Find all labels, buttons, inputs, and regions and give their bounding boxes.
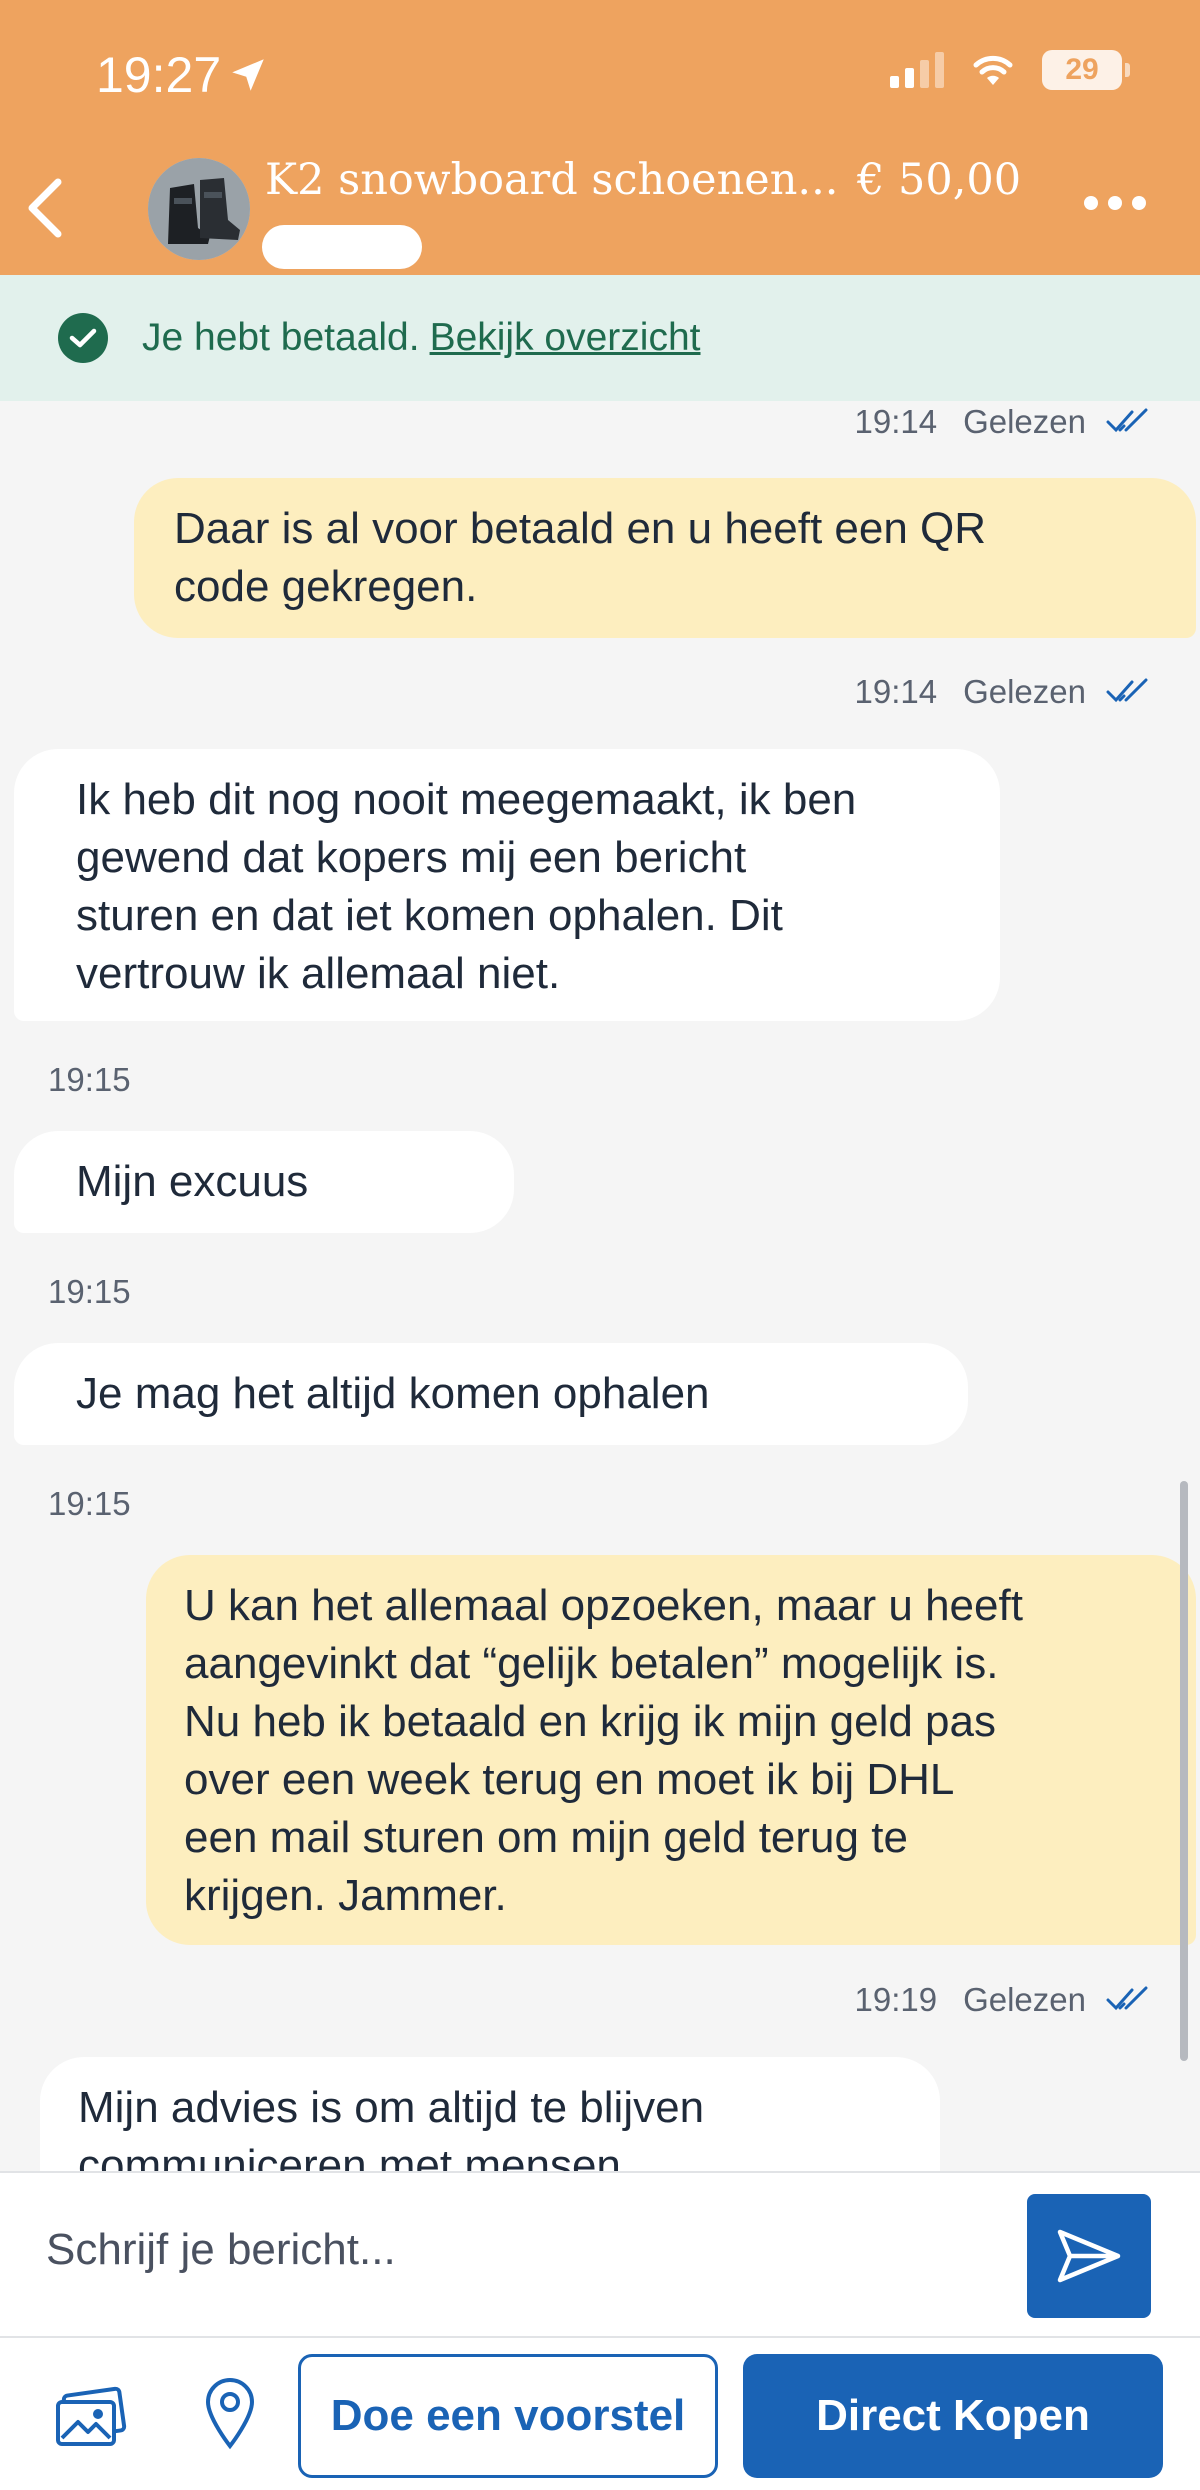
message-time: 19:15 xyxy=(48,1061,131,1098)
status-indicators: 29 xyxy=(890,50,1130,90)
banner-text: Je hebt betaald. xyxy=(142,316,420,359)
more-options-button[interactable] xyxy=(1084,196,1146,210)
message-text: U kan het allemaal opzoeken, maar u heef… xyxy=(184,1581,1023,1920)
message-meta: 19:14 Gelezen xyxy=(854,403,1150,441)
message-meta: 19:19 Gelezen xyxy=(854,1981,1150,2019)
product-thumbnail[interactable] xyxy=(148,158,250,260)
view-overview-link[interactable]: Bekijk overzicht xyxy=(430,316,701,360)
wifi-icon xyxy=(973,55,1013,85)
message-text: Mijn excuus xyxy=(76,1157,309,1206)
chat-header: 19:27 29 K2 snowboard schoenen... € 50,0… xyxy=(0,0,1200,275)
message-text: Ik heb dit nog nooit meegemaakt, ik ben … xyxy=(76,775,857,998)
message-list[interactable]: 19:14 Gelezen Daar is al voor betaald en… xyxy=(0,401,1200,2171)
message-text: Daar is al voor betaald en u heeft een Q… xyxy=(174,504,987,611)
send-button[interactable] xyxy=(1027,2194,1151,2318)
chat-scrollbar[interactable] xyxy=(1180,1481,1188,2061)
buy-now-button[interactable]: Direct Kopen xyxy=(743,2354,1163,2478)
read-status: Gelezen xyxy=(963,673,1086,710)
message-text: Je mag het altijd komen ophalen xyxy=(76,1369,710,1418)
share-location-button[interactable] xyxy=(202,2376,258,2450)
message-time: 19:19 xyxy=(854,1981,938,2018)
message-bubble-incoming[interactable]: Ik heb dit nog nooit meegemaakt, ik ben … xyxy=(14,749,1000,1021)
message-bubble-incoming[interactable]: Je mag het altijd komen ophalen xyxy=(14,1343,968,1445)
message-time: 19:15 xyxy=(48,1485,131,1522)
back-chevron-icon xyxy=(28,178,62,238)
location-arrow-icon xyxy=(232,59,264,91)
double-check-icon xyxy=(1106,408,1148,433)
payment-banner: Je hebt betaald. Bekijk overzicht xyxy=(0,275,1200,401)
message-bubble-outgoing[interactable]: Daar is al voor betaald en u heeft een Q… xyxy=(134,478,1196,638)
double-check-icon xyxy=(1106,1986,1148,2011)
message-bubble-outgoing[interactable]: U kan het allemaal opzoeken, maar u heef… xyxy=(146,1555,1196,1945)
message-time: 19:14 xyxy=(854,673,938,710)
status-time: 19:27 xyxy=(96,46,269,104)
make-offer-button[interactable]: Doe een voorstel xyxy=(298,2354,718,2478)
add-photo-button[interactable] xyxy=(54,2386,128,2450)
message-meta: 19:14 Gelezen xyxy=(854,673,1150,711)
read-status: Gelezen xyxy=(963,1981,1086,2018)
status-time-text: 19:27 xyxy=(96,47,222,103)
message-input[interactable] xyxy=(46,2225,946,2275)
seller-name-redacted xyxy=(262,225,422,269)
product-price: € 50,00 xyxy=(857,155,1022,205)
snowboard-boots-image xyxy=(148,158,250,260)
back-button[interactable] xyxy=(16,168,72,248)
product-title[interactable]: K2 snowboard schoenen... xyxy=(265,155,838,205)
read-status: Gelezen xyxy=(963,403,1086,440)
location-pin-icon xyxy=(205,2378,255,2450)
photo-icon xyxy=(56,2386,127,2446)
message-text: Mijn advies is om altijd te blijven comm… xyxy=(78,2083,705,2171)
message-time: 19:14 xyxy=(854,403,938,440)
action-bar: Doe een voorstel Direct Kopen xyxy=(0,2336,1200,2490)
message-bubble-incoming[interactable]: Mijn advies is om altijd te blijven comm… xyxy=(40,2057,940,2171)
battery-icon: 29 xyxy=(1042,50,1130,90)
send-icon xyxy=(1057,2229,1121,2283)
message-time: 19:15 xyxy=(48,1273,131,1310)
more-dots-icon xyxy=(1084,196,1098,210)
message-composer xyxy=(0,2171,1200,2336)
double-check-icon xyxy=(1106,678,1148,703)
cellular-signal-icon xyxy=(890,52,944,88)
message-bubble-incoming[interactable]: Mijn excuus xyxy=(14,1131,514,1233)
check-circle-icon xyxy=(58,313,108,363)
